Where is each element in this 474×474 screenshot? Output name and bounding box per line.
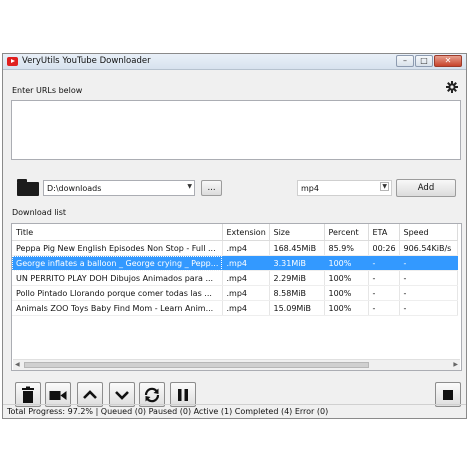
maximize-button[interactable]: □ — [415, 55, 433, 67]
cell-speed: 906.54KiB/s — [399, 240, 458, 256]
cell-extension: .mp4 — [222, 270, 270, 286]
cell-title: Peppa Pig New English Episodes Non Stop … — [12, 240, 223, 256]
horizontal-scrollbar[interactable]: ◀ ▶ — [13, 359, 460, 370]
table-row[interactable]: Pollo Pintado Llorando porque comer toda… — [12, 285, 458, 301]
add-button[interactable]: Add — [396, 179, 456, 197]
table-header: Title Extension Size Percent ETA Speed — [12, 224, 458, 241]
stop-icon — [443, 390, 453, 400]
cell-eta: - — [368, 285, 400, 301]
scroll-left-icon[interactable]: ◀ — [15, 361, 20, 368]
cell-percent: 100% — [324, 270, 369, 286]
cell-extension: .mp4 — [222, 285, 270, 301]
cell-eta: - — [368, 300, 400, 316]
cell-extension: .mp4 — [222, 240, 270, 256]
scroll-right-icon[interactable]: ▶ — [453, 361, 458, 368]
trash-icon — [22, 386, 34, 403]
cell-title: UN PERRITO PLAY DOH Dibujos Animados par… — [12, 270, 223, 286]
scroll-thumb[interactable] — [24, 362, 369, 368]
cell-speed: - — [399, 300, 458, 316]
video-camera-icon — [49, 391, 67, 400]
column-header[interactable]: Size — [269, 224, 325, 241]
title-bar[interactable]: VeryUtils YouTube Downloader – □ ✕ — [3, 54, 466, 70]
gear-icon[interactable] — [446, 81, 458, 93]
cell-speed: - — [399, 255, 458, 271]
cell-size: 2.29MiB — [269, 270, 325, 286]
browse-button[interactable]: ... — [201, 180, 222, 196]
download-list-label: Download list — [12, 208, 67, 217]
column-header[interactable]: ETA — [368, 224, 400, 241]
close-button[interactable]: ✕ — [434, 55, 462, 67]
download-list[interactable]: Title Extension Size Percent ETA Speed P… — [11, 223, 462, 371]
table-row[interactable]: Peppa Pig New English Episodes Non Stop … — [12, 240, 458, 256]
status-bar: Total Progress: 97.2% | Queued (0) Pause… — [3, 404, 466, 419]
app-logo-icon — [7, 57, 18, 66]
column-header[interactable]: Extension — [222, 224, 270, 241]
path-select[interactable]: D:\downloads ▼ — [43, 180, 195, 196]
table-row[interactable]: Animals ZOO Toys Baby Find Mom - Learn A… — [12, 300, 458, 316]
cell-size: 168.45MiB — [269, 240, 325, 256]
cell-eta: - — [368, 255, 400, 271]
arrow-up-icon — [83, 390, 97, 399]
column-header[interactable]: Title — [12, 224, 223, 241]
pause-icon — [178, 389, 188, 401]
cell-speed: - — [399, 270, 458, 286]
cell-percent: 85.9% — [324, 240, 369, 256]
cell-speed: - — [399, 285, 458, 301]
cell-size: 8.58MiB — [269, 285, 325, 301]
cell-eta: 00:26 — [368, 240, 400, 256]
cell-percent: 100% — [324, 285, 369, 301]
format-value: mp4 — [301, 184, 319, 193]
column-header[interactable]: Speed — [399, 224, 458, 241]
cell-percent: 100% — [324, 255, 369, 271]
download-table: Title Extension Size Percent ETA Speed P… — [12, 224, 458, 316]
folder-icon[interactable] — [17, 179, 39, 196]
chevron-down-icon[interactable]: ▼ — [380, 182, 389, 191]
urls-textarea[interactable] — [11, 100, 461, 160]
cell-extension: .mp4 — [222, 255, 270, 271]
urls-label: Enter URLs below — [12, 86, 83, 95]
chevron-down-icon[interactable]: ▼ — [187, 183, 192, 190]
cell-title: Animals ZOO Toys Baby Find Mom - Learn A… — [12, 300, 223, 316]
cell-percent: 100% — [324, 300, 369, 316]
status-text: Total Progress: 97.2% | Queued (0) Pause… — [7, 407, 329, 416]
cell-title: Pollo Pintado Llorando porque comer toda… — [12, 285, 223, 301]
cell-size: 15.09MiB — [269, 300, 325, 316]
arrow-down-icon — [115, 391, 129, 400]
window-title: VeryUtils YouTube Downloader — [22, 56, 151, 66]
cell-extension: .mp4 — [222, 300, 270, 316]
path-value: D:\downloads — [47, 184, 102, 193]
minimize-button[interactable]: – — [396, 55, 414, 67]
table-row[interactable]: George inflates a balloon _ George cryin… — [12, 255, 458, 271]
cell-eta: - — [368, 270, 400, 286]
table-row[interactable]: UN PERRITO PLAY DOH Dibujos Animados par… — [12, 270, 458, 286]
app-window: VeryUtils YouTube Downloader – □ ✕ Enter… — [2, 53, 467, 419]
format-select[interactable]: mp4 ▼ — [297, 180, 392, 196]
cell-title: George inflates a balloon _ George cryin… — [12, 255, 223, 271]
reload-icon — [144, 387, 160, 403]
column-header[interactable]: Percent — [324, 224, 369, 241]
cell-size: 3.31MiB — [269, 255, 325, 271]
